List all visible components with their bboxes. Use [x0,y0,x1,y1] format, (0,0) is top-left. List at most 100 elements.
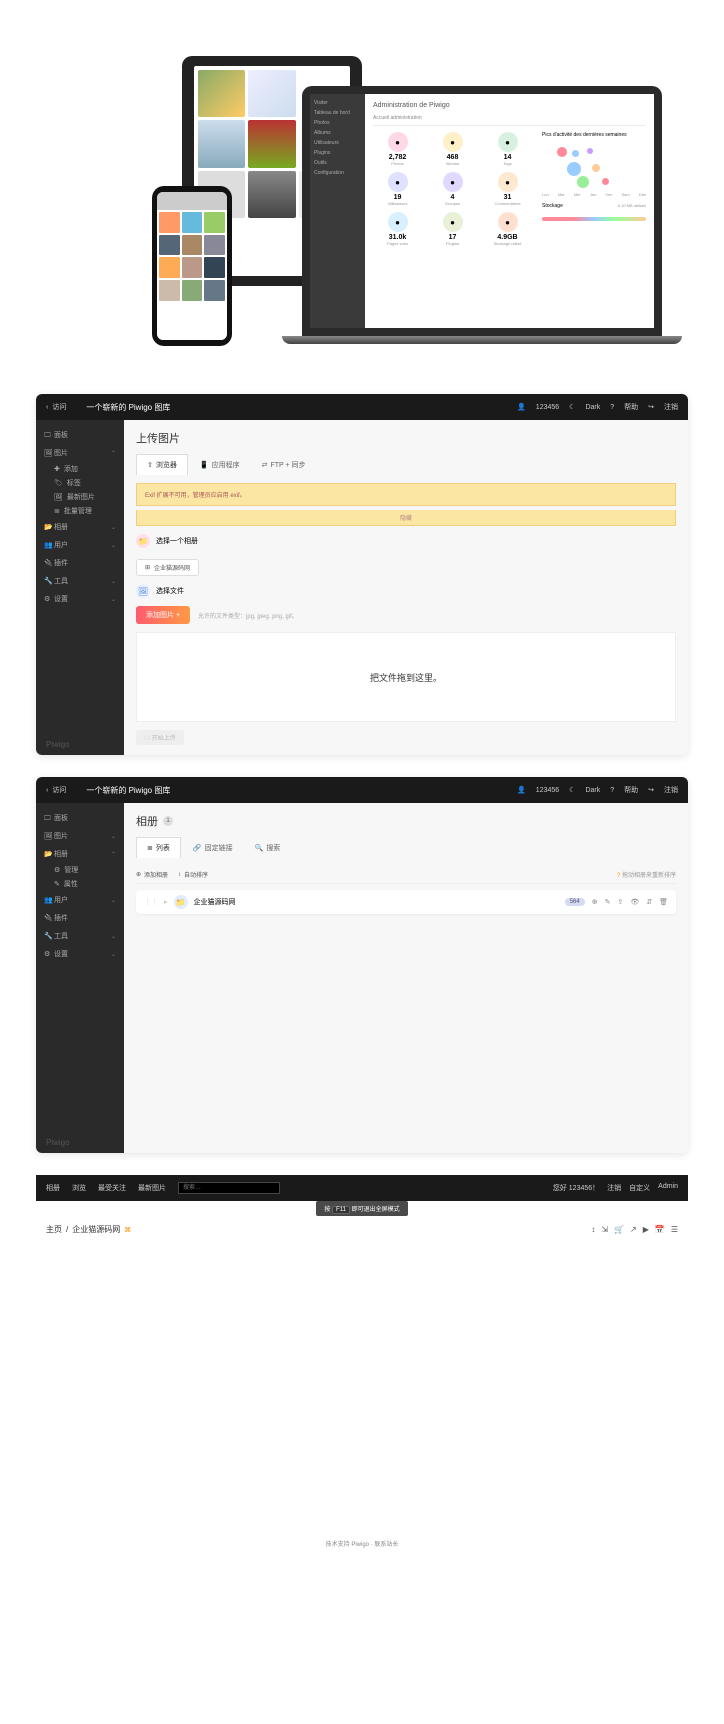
size-icon[interactable]: ⇲ [601,1225,608,1234]
play-icon[interactable]: ▶ [643,1225,649,1234]
browse-button[interactable]: 添加图片 + [136,606,190,624]
admin-link[interactable]: Admin [658,1183,678,1193]
visibility-icon[interactable]: 👁 [630,898,639,906]
sidebar-item-tools[interactable]: 🔧工具⌄ [36,572,124,590]
sidebar-sub-latest[interactable]: 🖼最新图片 [36,490,124,504]
desktop-icon: 🖵 [44,815,54,823]
logout-link[interactable]: 注销 [664,402,678,412]
moon-icon: ☾ [569,403,575,411]
upload-icon: ⇧ [147,461,153,469]
sync-icon: ⇄ [262,461,268,469]
frontend-panel: 相册 浏览 最受关注 最新图片 您好 123456！ 注销 自定义 Admin … [36,1175,688,1554]
warning-hide-button[interactable]: 隐藏 [136,510,676,526]
sidebar-item-plugins[interactable]: 🔌插件 [36,909,124,927]
link-icon: 🔗 [193,844,202,852]
sidebar-item-dashboard[interactable]: 🖵面板 [36,809,124,827]
upload-panel: ‹ 访问 一个崭新的 Piwigo 图库 👤123456 ☾Dark ?帮助 ↪… [36,394,688,755]
piwigo-logo: Piwigo [46,1138,70,1147]
admin-title: Administration de Piwigo [373,102,646,109]
cart-icon[interactable]: 🛒 [614,1225,624,1234]
images-icon: 🖼 [54,493,63,501]
sidebar-sub-props[interactable]: ✎属性 [36,877,124,891]
rss-icon[interactable]: ⌘ [124,1226,131,1234]
nav-latest[interactable]: 最新图片 [138,1183,166,1193]
user-link[interactable]: 123456 [536,787,559,794]
info-icon: ? [617,873,620,879]
user-link[interactable]: 123456 [536,404,559,411]
chevron-down-icon: ⌄ [111,542,116,549]
delete-icon[interactable]: 🗑 [659,898,668,906]
tab-browser[interactable]: ⇧浏览器 [136,454,188,475]
gear-icon: ⚙ [44,950,54,958]
start-upload-button[interactable]: ☁ 开始上传 [136,730,184,745]
chevron-down-icon: ⌄ [111,897,116,904]
nav-popular[interactable]: 最受关注 [98,1183,126,1193]
caret-icon[interactable]: ▸ [164,898,168,906]
visit-link[interactable]: 访问 [52,402,66,412]
gear-icon: ⚙ [54,866,60,874]
tab-permalinks[interactable]: 🔗固定链接 [183,837,243,858]
sort-icon[interactable]: ↕ [591,1225,595,1234]
search-input[interactable] [178,1182,280,1194]
sidebar-item-users[interactable]: 👥用户⌄ [36,891,124,909]
tab-list[interactable]: ≣列表 [136,837,181,858]
drag-handle-icon[interactable]: ⋮⋮ [144,898,158,906]
crumb-home[interactable]: 主页 [46,1224,62,1235]
custom-link[interactable]: 自定义 [629,1183,650,1193]
sort-icon[interactable]: ⇵ [646,898,652,906]
tab-app[interactable]: 📱应用程序 [190,454,250,475]
album-selector[interactable]: ⊞ 企业猫源码网 [136,559,199,576]
sidebar-item-users[interactable]: 👥用户⌄ [36,536,124,554]
select-files-label: 选择文件 [156,586,184,596]
sidebar-item-tools[interactable]: 🔧工具⌄ [36,927,124,945]
drop-zone[interactable]: 把文件拖到这里。 [136,632,676,722]
tab-search[interactable]: 🔍搜索 [245,837,291,858]
nav-albums[interactable]: 相册 [46,1183,60,1193]
crumb-album[interactable]: 企业猫源码网 [72,1224,120,1235]
sidebar-item-dashboard[interactable]: 🖵面板 [36,426,124,444]
flat-icon[interactable]: ☰ [671,1225,678,1234]
phone-mock [152,186,232,346]
help-link[interactable]: 帮助 [624,402,638,412]
sidebar-item-albums[interactable]: 📂相册⌄ [36,518,124,536]
sidebar-item-plugins[interactable]: 🔌插件 [36,554,124,572]
nav-browse[interactable]: 浏览 [72,1183,86,1193]
album-row[interactable]: ⋮⋮ ▸ 📁 企业猫源码网 564 ⊕ ✎ ⇪ 👁 ⇵ 🗑 [136,890,676,914]
calendar-icon[interactable]: 📅 [655,1225,665,1234]
chevron-up-icon: ⌃ [111,851,116,858]
theme-link[interactable]: Dark [585,787,600,794]
image-icon: 🖼 [136,584,150,598]
topbar: ‹ 访问 一个崭新的 Piwigo 图库 👤123456 ☾Dark ?帮助 ↪… [36,394,688,420]
folder-icon: 📂 [44,850,54,858]
sidebar-sub-tags[interactable]: 🏷标签 [36,476,124,490]
help-link[interactable]: 帮助 [624,785,638,795]
logout-link[interactable]: 注销 [664,785,678,795]
folder-icon: 📁 [174,895,188,909]
sidebar-item-config[interactable]: ⚙设置⌄ [36,945,124,963]
visit-link[interactable]: 访问 [52,785,66,795]
sidebar-item-photos[interactable]: 🖼图片⌄ [36,827,124,845]
upload-icon[interactable]: ⇪ [617,898,623,906]
sidebar-item-photos[interactable]: 🖼图片⌃ [36,444,124,462]
plug-icon: 🔌 [44,559,54,567]
theme-link[interactable]: Dark [585,404,600,411]
add-album-button[interactable]: ⊕添加相册 [136,870,168,879]
sidebar-item-albums[interactable]: 📂相册⌃ [36,845,124,863]
edit-icon[interactable]: ✎ [605,898,611,906]
auto-sort-button[interactable]: ↕自动排序 [178,870,208,879]
tab-ftp[interactable]: ⇄FTP + 同步 [252,454,316,475]
tag-icon: 🏷 [54,479,63,487]
topbar: ‹ 访问 一个崭新的 Piwigo 图库 👤123456 ☾Dark ?帮助 ↪… [36,777,688,803]
slideshow-icon[interactable]: ↗ [630,1225,637,1234]
users-icon: 👥 [44,896,54,904]
chevron-left-icon: ‹ [46,787,48,794]
sidebar-sub-add[interactable]: ✚添加 [36,462,124,476]
sidebar-sub-batch[interactable]: ≣批量管理 [36,504,124,518]
site-title: 一个崭新的 Piwigo 图库 [86,785,170,796]
list-icon: ≣ [54,507,60,515]
settings-icon[interactable]: ⊕ [592,898,598,906]
chevron-down-icon: ⌄ [111,524,116,531]
sidebar-item-config[interactable]: ⚙设置⌄ [36,590,124,608]
logout-link[interactable]: 注销 [607,1183,621,1193]
sidebar-sub-manage[interactable]: ⚙管理 [36,863,124,877]
